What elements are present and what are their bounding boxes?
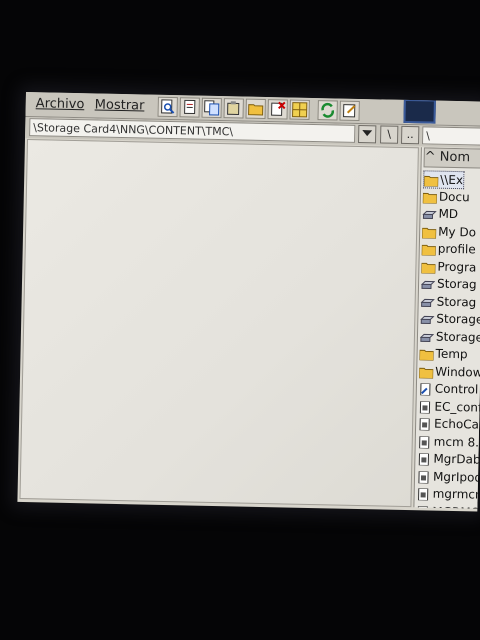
file-list-item-label: EC_conf bbox=[434, 399, 480, 415]
delete-icon bbox=[271, 101, 286, 116]
name-column-header[interactable]: ^ Nom bbox=[423, 147, 480, 169]
file-list-item[interactable]: MgrDab_ bbox=[417, 450, 480, 467]
file-list-item[interactable]: EC_conf bbox=[418, 398, 480, 415]
drive-icon bbox=[420, 311, 436, 325]
parent-folder-button[interactable]: .. bbox=[400, 125, 420, 145]
folder-icon bbox=[418, 364, 435, 379]
file-list-item-label: Window bbox=[435, 364, 480, 380]
file-list-item-label: Temp bbox=[435, 346, 468, 362]
file-list-item[interactable]: Control bbox=[419, 380, 479, 397]
search-icon bbox=[161, 99, 175, 114]
new-folder-button[interactable] bbox=[245, 98, 266, 120]
refresh-icon bbox=[321, 102, 335, 118]
device-status-icon[interactable] bbox=[403, 98, 436, 124]
file-list-item-label: Progra bbox=[437, 259, 477, 274]
file-list-item-label: MGRMCM bbox=[432, 504, 480, 508]
file-list-item-label: profile bbox=[437, 241, 476, 257]
options-button[interactable] bbox=[339, 100, 360, 121]
copy-button[interactable] bbox=[201, 97, 222, 119]
file-list-item[interactable]: MGRMCM bbox=[416, 503, 480, 509]
file-list-item[interactable]: mcm 8.0. bbox=[418, 433, 480, 451]
left-file-pane[interactable] bbox=[19, 139, 419, 508]
file-list-item-label: EchoCan bbox=[433, 416, 480, 432]
properties-button[interactable] bbox=[179, 97, 200, 118]
search-button[interactable] bbox=[157, 96, 178, 118]
folder-icon bbox=[421, 224, 438, 239]
file-icon bbox=[417, 451, 433, 467]
drive-icon bbox=[419, 329, 436, 343]
drive-icon bbox=[420, 294, 437, 308]
copy-icon bbox=[204, 100, 220, 116]
file-list-item-label: mgrmcm 8 bbox=[432, 486, 480, 502]
file-list-item[interactable]: MD bbox=[422, 205, 458, 222]
file-icon bbox=[417, 486, 433, 502]
delete-button[interactable] bbox=[267, 99, 288, 120]
paste-button[interactable] bbox=[223, 98, 244, 119]
file-explorer-window: Archivo Mostrar \Storage Card4\NNG\CONTE… bbox=[17, 92, 480, 512]
chevron-down-icon bbox=[362, 130, 373, 137]
drive-icon bbox=[422, 206, 438, 220]
file-list-item-label: Storag bbox=[436, 276, 477, 292]
file-list-item-label: Storag bbox=[436, 294, 477, 309]
root-button[interactable]: \ bbox=[380, 125, 399, 144]
file-icon bbox=[418, 416, 434, 432]
path-dropdown-button[interactable] bbox=[358, 124, 377, 144]
options-icon bbox=[343, 104, 356, 118]
file-list-item-label: MD bbox=[438, 206, 459, 222]
file-list-item-label: Storage bbox=[435, 329, 480, 345]
file-list-item[interactable]: Progra bbox=[420, 258, 477, 275]
file-list-item-label: MgrDab_ bbox=[433, 451, 480, 467]
right-file-pane[interactable]: ^ Nom \\Ex Docu MD My Do profile Progra Storag… bbox=[413, 147, 480, 509]
file-list-item[interactable]: Window bbox=[418, 363, 480, 380]
file-list-item[interactable]: Storag bbox=[420, 293, 477, 310]
file-list-item[interactable]: \\Ex bbox=[423, 170, 465, 190]
file-list-item[interactable]: MgrIpod_ bbox=[417, 468, 480, 485]
file-list-item[interactable]: mgrmcm 8 bbox=[417, 485, 480, 503]
file-list-item[interactable]: Storage bbox=[419, 328, 480, 345]
shortcut-icon bbox=[419, 381, 435, 397]
new-folder-icon bbox=[248, 104, 264, 116]
view-button[interactable] bbox=[289, 99, 310, 120]
file-list-item[interactable]: My Do bbox=[421, 223, 477, 240]
folder-icon bbox=[422, 189, 439, 204]
file-icon bbox=[417, 469, 433, 484]
file-icon bbox=[418, 399, 434, 414]
file-list-item-label: mcm 8.0. bbox=[433, 434, 480, 450]
file-list-item[interactable]: profile bbox=[421, 240, 476, 257]
folder-icon bbox=[418, 346, 435, 362]
file-icon bbox=[416, 504, 432, 509]
file-list-item-label: \\Ex bbox=[440, 172, 464, 188]
view-icon bbox=[292, 102, 308, 118]
file-list-item[interactable]: Storage bbox=[420, 310, 480, 327]
file-list-item[interactable]: Docu bbox=[422, 188, 470, 205]
file-list-item-label: Storage bbox=[436, 311, 480, 327]
file-list-item[interactable]: Temp bbox=[418, 345, 468, 362]
network-folder-icon bbox=[423, 172, 440, 188]
folder-icon bbox=[421, 241, 438, 257]
file-list-item-label: MgrIpod_ bbox=[432, 469, 480, 485]
menu-archivo[interactable]: Archivo bbox=[36, 96, 85, 112]
file-list-item[interactable]: Storag bbox=[420, 275, 477, 292]
paste-icon bbox=[227, 101, 240, 115]
file-icon bbox=[418, 434, 434, 449]
drive-icon bbox=[420, 276, 437, 290]
folder-icon bbox=[420, 259, 437, 274]
refresh-button[interactable] bbox=[317, 100, 338, 121]
menu-mostrar[interactable]: Mostrar bbox=[95, 97, 145, 113]
file-list-item-label: My Do bbox=[438, 224, 477, 239]
file-list-item-label: Control bbox=[434, 381, 479, 397]
file-list-item-label: Docu bbox=[438, 189, 470, 204]
right-path-input[interactable]: \ bbox=[421, 126, 480, 146]
properties-icon bbox=[184, 99, 196, 115]
file-list-item[interactable]: EchoCan bbox=[418, 415, 480, 432]
